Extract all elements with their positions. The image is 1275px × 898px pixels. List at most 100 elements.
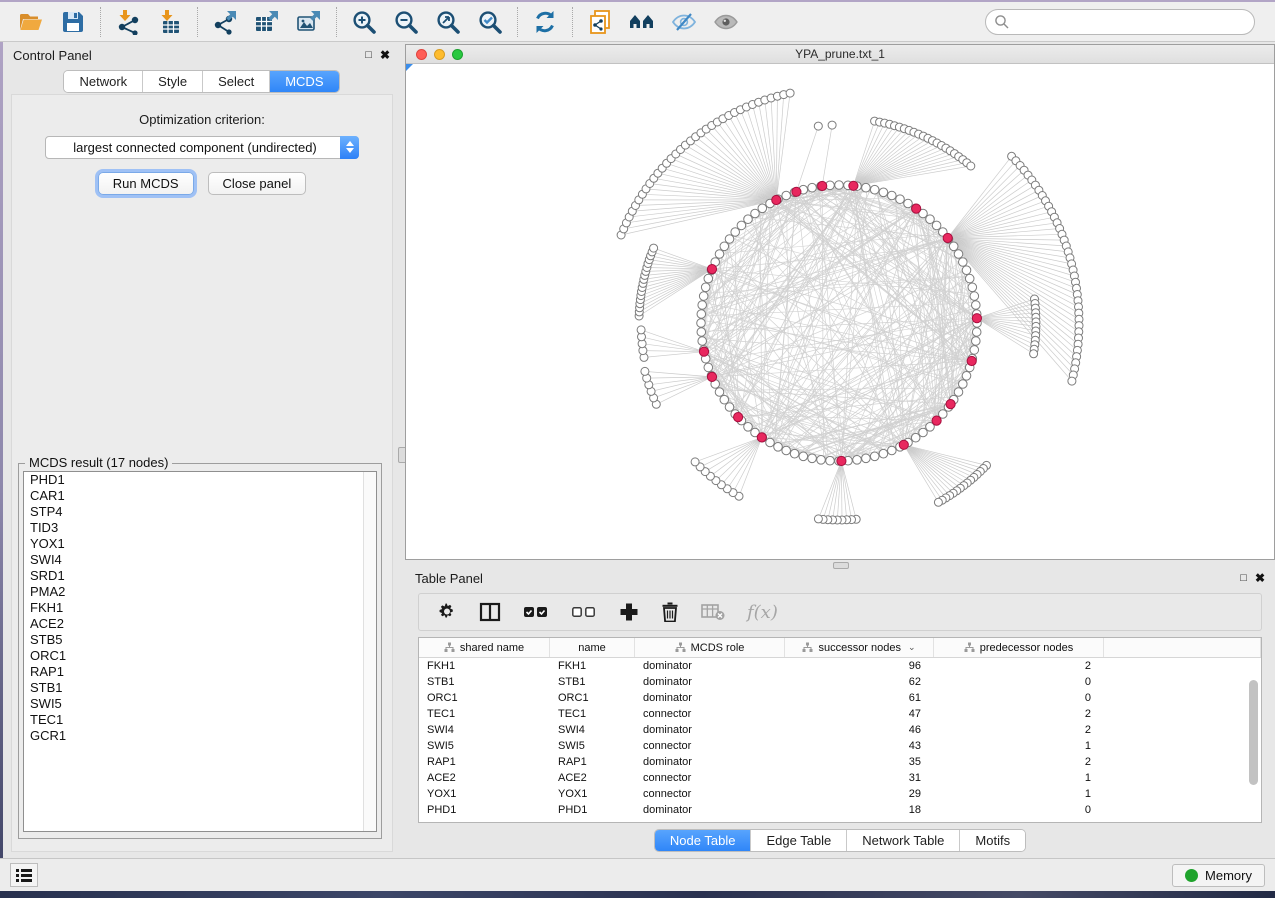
network-node[interactable] — [949, 242, 958, 251]
cell-successor-nodes[interactable]: 62 — [785, 676, 934, 688]
tab-edge-table[interactable]: Edge Table — [751, 830, 847, 851]
network-node[interactable] — [911, 433, 920, 442]
cell-mcds-role[interactable]: dominator — [635, 660, 785, 672]
select-all-checkboxes-button[interactable] — [523, 597, 549, 627]
close-panel-icon[interactable]: ✖ — [1255, 572, 1265, 584]
show-all-button[interactable] — [705, 5, 747, 39]
cell-mcds-role[interactable]: dominator — [635, 676, 785, 688]
hide-selected-button[interactable] — [663, 5, 705, 39]
network-node[interactable] — [962, 372, 971, 381]
cell-name[interactable]: PHD1 — [550, 804, 635, 816]
network-node[interactable] — [650, 244, 658, 252]
network-node[interactable] — [720, 242, 729, 251]
mcds-node[interactable] — [707, 372, 716, 381]
network-node[interactable] — [959, 380, 968, 389]
network-node[interactable] — [888, 191, 897, 200]
network-node[interactable] — [782, 446, 791, 455]
mcds-result-item[interactable]: PMA2 — [24, 584, 376, 600]
tab-style[interactable]: Style — [143, 71, 203, 92]
float-panel-icon[interactable]: □ — [1240, 573, 1247, 584]
cell-name[interactable]: FKH1 — [550, 660, 635, 672]
network-node[interactable] — [896, 195, 905, 204]
network-node[interactable] — [720, 395, 729, 404]
table-row[interactable]: STB1 STB1 dominator 62 0 — [419, 674, 1261, 690]
table-row[interactable]: TEC1 TEC1 connector 47 2 — [419, 706, 1261, 722]
cell-predecessor-nodes[interactable]: 2 — [934, 724, 1104, 736]
cell-successor-nodes[interactable]: 96 — [785, 660, 934, 672]
mcds-node[interactable] — [899, 440, 908, 449]
network-node[interactable] — [870, 452, 879, 461]
network-node[interactable] — [697, 319, 706, 328]
mcds-node[interactable] — [699, 347, 708, 356]
cell-predecessor-nodes[interactable]: 1 — [934, 740, 1104, 752]
float-panel-icon[interactable]: □ — [365, 50, 372, 61]
network-node[interactable] — [970, 292, 979, 301]
export-network-button[interactable] — [204, 5, 246, 39]
delete-table-button[interactable] — [701, 597, 725, 627]
mcds-result-item[interactable]: PHD1 — [24, 472, 376, 488]
cell-successor-nodes[interactable]: 61 — [785, 692, 934, 704]
network-node[interactable] — [879, 188, 888, 197]
memory-button[interactable]: Memory — [1172, 864, 1265, 887]
cell-predecessor-nodes[interactable]: 0 — [934, 804, 1104, 816]
network-node[interactable] — [962, 266, 971, 275]
mcds-result-item[interactable]: STP4 — [24, 504, 376, 520]
mcds-result-item[interactable]: RAP1 — [24, 664, 376, 680]
column-header-mcds-role[interactable]: MCDS role — [635, 638, 785, 657]
mcds-node[interactable] — [792, 187, 801, 196]
export-table-button[interactable] — [246, 5, 288, 39]
export-image-button[interactable] — [288, 5, 330, 39]
tab-node-table[interactable]: Node Table — [655, 830, 752, 851]
cell-successor-nodes[interactable]: 18 — [785, 804, 934, 816]
mcds-node[interactable] — [849, 181, 858, 190]
mcds-node[interactable] — [967, 356, 976, 365]
network-node[interactable] — [758, 204, 767, 213]
network-node[interactable] — [725, 403, 734, 412]
network-node[interactable] — [751, 209, 760, 218]
network-node[interactable] — [641, 367, 649, 375]
mcds-node[interactable] — [943, 233, 952, 242]
network-node[interactable] — [782, 191, 791, 200]
cell-predecessor-nodes[interactable]: 0 — [934, 692, 1104, 704]
mcds-result-item[interactable]: ACE2 — [24, 616, 376, 632]
network-node[interactable] — [959, 258, 968, 267]
mcds-node[interactable] — [734, 413, 743, 422]
mcds-result-item[interactable]: STB1 — [24, 680, 376, 696]
cell-predecessor-nodes[interactable]: 2 — [934, 756, 1104, 768]
delete-column-button[interactable] — [661, 597, 679, 627]
refresh-button[interactable] — [524, 5, 566, 39]
save-session-button[interactable] — [52, 5, 94, 39]
network-node[interactable] — [697, 328, 706, 337]
network-node[interactable] — [814, 515, 822, 523]
table-row[interactable]: YOX1 YOX1 connector 29 1 — [419, 786, 1261, 802]
binoculars-button[interactable] — [621, 5, 663, 39]
cell-predecessor-nodes[interactable]: 1 — [934, 788, 1104, 800]
network-node[interactable] — [731, 228, 740, 237]
table-row[interactable]: RAP1 RAP1 dominator 35 2 — [419, 754, 1261, 770]
mcds-result-item[interactable]: YOX1 — [24, 536, 376, 552]
cell-successor-nodes[interactable]: 46 — [785, 724, 934, 736]
network-node[interactable] — [954, 250, 963, 259]
table-row[interactable]: ORC1 ORC1 dominator 61 0 — [419, 690, 1261, 706]
mcds-node[interactable] — [932, 416, 941, 425]
network-node[interactable] — [786, 89, 794, 97]
network-node[interactable] — [967, 162, 975, 170]
cell-shared-name[interactable]: SWI5 — [419, 740, 550, 752]
mcds-node[interactable] — [707, 265, 716, 274]
cell-predecessor-nodes[interactable]: 0 — [934, 676, 1104, 688]
clone-network-button[interactable] — [579, 5, 621, 39]
mcds-node[interactable] — [757, 433, 766, 442]
network-node[interactable] — [968, 283, 977, 292]
cell-name[interactable]: TEC1 — [550, 708, 635, 720]
table-row[interactable]: PHD1 PHD1 dominator 18 0 — [419, 802, 1261, 818]
network-node[interactable] — [904, 199, 913, 208]
cell-mcds-role[interactable]: dominator — [635, 692, 785, 704]
mcds-result-item[interactable]: FKH1 — [24, 600, 376, 616]
network-node[interactable] — [790, 449, 799, 458]
cell-shared-name[interactable]: ORC1 — [419, 692, 550, 704]
cell-name[interactable]: RAP1 — [550, 756, 635, 768]
cell-mcds-role[interactable]: connector — [635, 788, 785, 800]
network-node[interactable] — [817, 456, 826, 465]
horizontal-splitter-handle[interactable] — [833, 562, 849, 569]
cell-predecessor-nodes[interactable]: 1 — [934, 772, 1104, 784]
